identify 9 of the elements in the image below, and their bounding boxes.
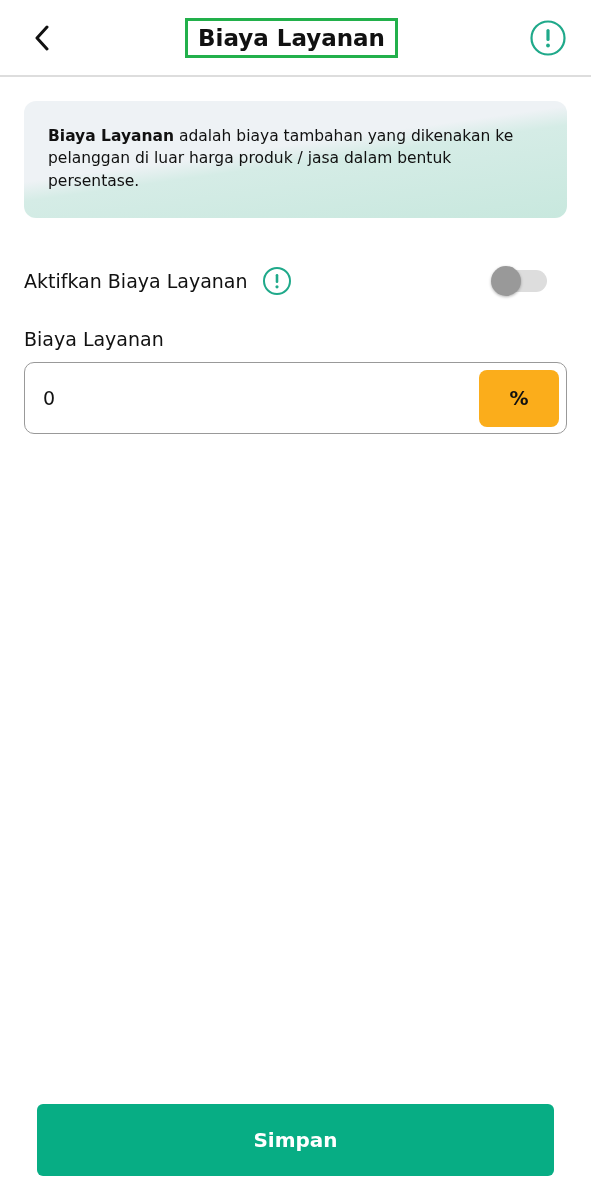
percent-badge: % [479, 369, 559, 427]
info-icon[interactable] [261, 266, 292, 297]
fee-input-field[interactable]: 0 % [24, 362, 567, 435]
field-label: Biaya Layanan [24, 328, 165, 351]
page-title: Biaya Layanan [185, 17, 398, 58]
info-text: Biaya Layanan adalah biaya tambahan yang dikenakan ke pelanggan di luar harga produk / jasa dalam bentuk persentase. [48, 126, 515, 192]
back-icon [34, 24, 50, 51]
info-icon[interactable] [529, 18, 567, 57]
toggle-label: Aktifkan Biaya Layanan [24, 270, 248, 293]
